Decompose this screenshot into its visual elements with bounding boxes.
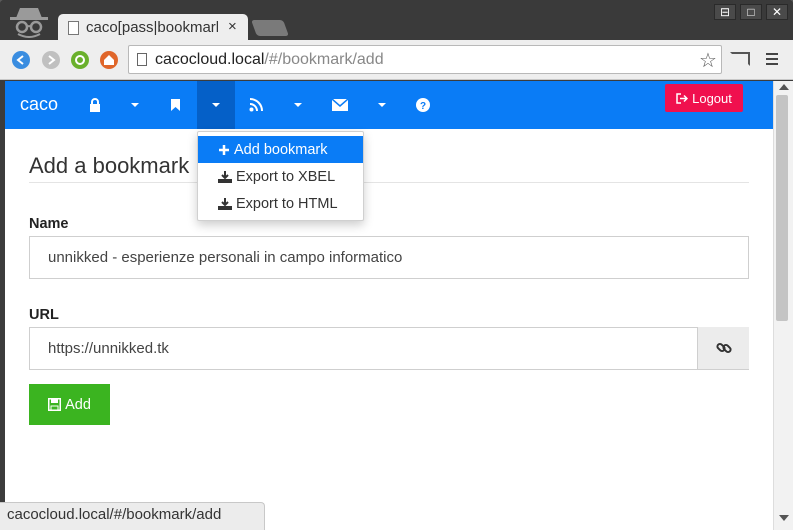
url-label: URL <box>29 307 59 323</box>
reload-icon <box>75 55 85 65</box>
sign-out-icon <box>676 92 689 104</box>
forward-button[interactable] <box>42 51 60 69</box>
url-host: cacocloud.local <box>155 51 265 68</box>
new-tab-button[interactable] <box>251 20 289 36</box>
menu-item-export-html[interactable]: Export to HTML <box>198 190 363 217</box>
incognito-icon <box>10 8 48 38</box>
add-button[interactable]: Add <box>29 384 110 425</box>
caret-down-icon <box>212 103 220 107</box>
menu-item-label: Export to HTML <box>236 195 338 212</box>
maximize-button[interactable]: □ <box>740 4 762 20</box>
nav-bookmark-dropdown[interactable] <box>197 81 235 129</box>
download-icon <box>218 197 232 210</box>
scroll-up-icon[interactable] <box>779 84 789 90</box>
arrow-left-icon <box>16 55 24 65</box>
address-text[interactable]: cacocloud.local/#/bookmark/add <box>155 51 384 69</box>
nav-bookmark[interactable] <box>156 81 194 129</box>
tab-strip: caco[pass|bookmark × ⊟ □ ✕ <box>0 0 793 42</box>
envelope-icon <box>332 99 348 111</box>
status-bar: cacocloud.local/#/bookmark/add <box>0 502 265 530</box>
download-icon <box>218 170 232 183</box>
page-icon <box>68 21 79 35</box>
browser-menu-icon[interactable] <box>766 53 778 68</box>
scroll-down-icon[interactable] <box>779 515 789 521</box>
browser-tab[interactable]: caco[pass|bookmark × <box>58 14 248 42</box>
name-input[interactable]: unnikked - esperienze personali in campo… <box>29 236 749 279</box>
divider <box>29 182 749 183</box>
home-icon <box>104 55 114 65</box>
url-path: /#/bookmark/add <box>264 51 384 68</box>
logout-button[interactable]: Logout <box>665 84 743 112</box>
menu-item-label: Add bookmark <box>234 141 328 158</box>
bookmark-star-icon[interactable]: ☆ <box>699 48 717 73</box>
caret-down-icon <box>378 103 386 107</box>
save-icon <box>48 398 62 411</box>
add-label: Add <box>65 396 91 413</box>
bookmark-icon <box>170 99 180 111</box>
bookmark-dropdown-menu: Add bookmark Export to XBEL Export to HT… <box>197 131 364 221</box>
home-button[interactable] <box>100 51 118 69</box>
nav-mail-dropdown[interactable] <box>363 81 401 129</box>
cast-icon[interactable] <box>730 52 750 66</box>
url-input[interactable]: https://unnikked.tk <box>29 327 749 370</box>
nav-lock[interactable] <box>76 81 114 129</box>
nav-rss-dropdown[interactable] <box>279 81 317 129</box>
page-info-icon <box>137 53 147 66</box>
top-navbar: caco ? Logout <box>5 81 773 129</box>
page-scrollbar[interactable] <box>773 81 793 530</box>
nav-help[interactable]: ? <box>404 81 442 129</box>
lock-icon <box>90 98 100 112</box>
plus-icon <box>219 144 229 155</box>
web-page: caco ? Logout Add bookmark Export to XBE… <box>5 81 773 530</box>
caret-down-icon <box>131 103 139 107</box>
page-title: Add a bookmark <box>29 153 190 178</box>
caret-down-icon <box>294 103 302 107</box>
nav-lock-dropdown[interactable] <box>116 81 154 129</box>
brand-link[interactable]: caco <box>20 94 58 115</box>
tab-title: caco[pass|bookmark <box>86 19 218 36</box>
nav-rss[interactable] <box>237 81 275 129</box>
tab-close-button[interactable]: × <box>228 18 237 35</box>
reload-button[interactable] <box>71 51 89 69</box>
svg-text:?: ? <box>420 101 426 112</box>
minimize-button[interactable]: ⊟ <box>714 4 736 20</box>
question-icon: ? <box>416 98 430 112</box>
browser-window: caco[pass|bookmark × ⊟ □ ✕ cacocloud.loc… <box>0 0 793 530</box>
scroll-thumb[interactable] <box>776 95 788 321</box>
open-link-button[interactable] <box>697 327 749 369</box>
nav-mail[interactable] <box>321 81 359 129</box>
menu-item-export-xbel[interactable]: Export to XBEL <box>198 163 363 190</box>
menu-item-add-bookmark[interactable]: Add bookmark <box>198 136 363 163</box>
arrow-right-icon <box>48 55 56 65</box>
back-button[interactable] <box>12 51 30 69</box>
rss-icon <box>249 98 263 112</box>
menu-item-label: Export to XBEL <box>236 168 336 185</box>
name-label: Name <box>29 216 69 232</box>
browser-toolbar: cacocloud.local/#/bookmark/add ☆ <box>0 40 793 80</box>
logout-label: Logout <box>692 90 732 106</box>
link-icon <box>715 342 732 354</box>
close-window-button[interactable]: ✕ <box>766 4 788 20</box>
address-bar[interactable]: cacocloud.local/#/bookmark/add ☆ <box>128 45 722 74</box>
